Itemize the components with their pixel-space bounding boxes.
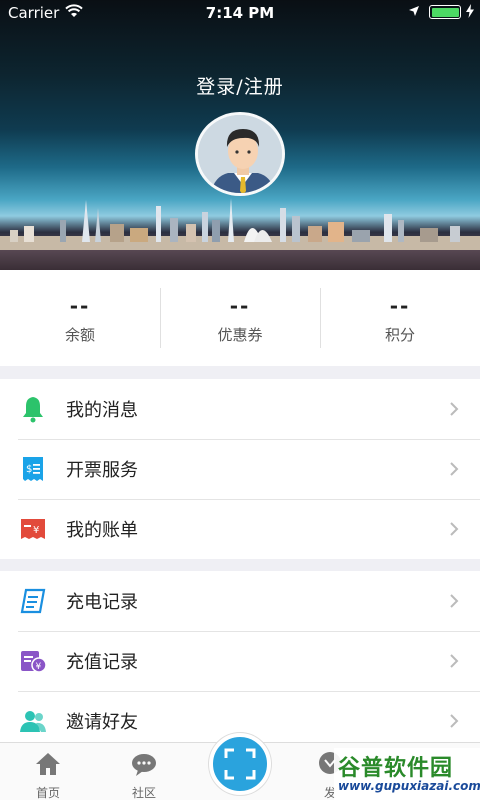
tab-home[interactable]: 首页 (18, 751, 78, 800)
chevron-right-icon (450, 402, 459, 416)
battery-icon (429, 5, 461, 19)
default-avatar-icon (198, 115, 282, 193)
stat-label: 积分 (384, 326, 415, 344)
menu-item-invoice-service[interactable]: $ 开票服务 (0, 439, 480, 499)
account-stats: -- 余额 -- 优惠券 -- 积分 (0, 270, 480, 366)
watermark-url: www.gupuxiazai.com (338, 779, 480, 793)
status-bar: Carrier 7:14 PM (0, 0, 480, 26)
profile-header-banner: Carrier 7:14 PM 登录/注册 (0, 0, 480, 270)
svg-text:$: $ (26, 464, 32, 475)
scan-icon (224, 748, 256, 780)
chevron-right-icon (450, 594, 459, 608)
location-arrow-icon (409, 6, 419, 16)
chevron-right-icon (450, 714, 459, 728)
scan-qr-button[interactable] (209, 733, 271, 795)
stat-value: -- (229, 294, 251, 318)
watermark-title: 谷普软件园 (338, 756, 454, 781)
menu-item-charging-records[interactable]: 充电记录 (0, 571, 480, 631)
invite-friends-icon (18, 706, 48, 736)
stat-label: 余额 (64, 326, 95, 344)
menu-item-label: 我的消息 (66, 400, 138, 421)
svg-text:¥: ¥ (33, 525, 39, 536)
stat-coupons[interactable]: -- 优惠券 (160, 270, 320, 366)
tab-label: 首页 (35, 786, 60, 800)
stat-label: 优惠券 (217, 326, 263, 344)
home-icon (36, 753, 60, 775)
user-avatar[interactable] (195, 112, 285, 196)
svg-text:¥: ¥ (36, 662, 42, 672)
menu-item-label: 开票服务 (66, 460, 138, 481)
stat-points[interactable]: -- 积分 (320, 270, 480, 366)
menu-item-label: 充值记录 (66, 652, 138, 673)
invoice-icon: $ (18, 454, 48, 484)
menu-item-recharge-records[interactable]: ¥ 充值记录 (0, 631, 480, 691)
bill-icon: ¥ (18, 514, 48, 544)
chevron-right-icon (450, 654, 459, 668)
menu-item-label: 邀请好友 (66, 712, 138, 733)
chevron-right-icon (450, 462, 459, 476)
stat-value: -- (69, 294, 91, 318)
city-skyline-image (0, 198, 480, 250)
bell-icon (18, 394, 48, 424)
menu-item-label: 我的账单 (66, 520, 138, 541)
chevron-right-icon (450, 522, 459, 536)
menu-item-my-bills[interactable]: ¥ 我的账单 (0, 499, 480, 559)
charge-record-icon (18, 586, 48, 616)
stat-value: -- (389, 294, 411, 318)
charging-bolt-icon (466, 4, 474, 18)
chat-bubble-icon (132, 754, 156, 776)
tab-community[interactable]: 社区 (114, 751, 174, 800)
menu-item-label: 充电记录 (66, 592, 138, 613)
tab-label: 社区 (131, 786, 156, 800)
recharge-record-icon: ¥ (18, 646, 48, 676)
menu-item-my-messages[interactable]: 我的消息 (0, 379, 480, 439)
menu-group-account: 我的消息 $ 开票服务 ¥ 我的账单 (0, 379, 480, 559)
stat-balance[interactable]: -- 余额 (0, 270, 160, 366)
login-register-link[interactable]: 登录/注册 (0, 72, 480, 99)
site-watermark: 谷普软件园 www.gupuxiazai.com (334, 748, 480, 800)
menu-group-records: 充电记录 ¥ 充值记录 邀请好友 (0, 571, 480, 751)
